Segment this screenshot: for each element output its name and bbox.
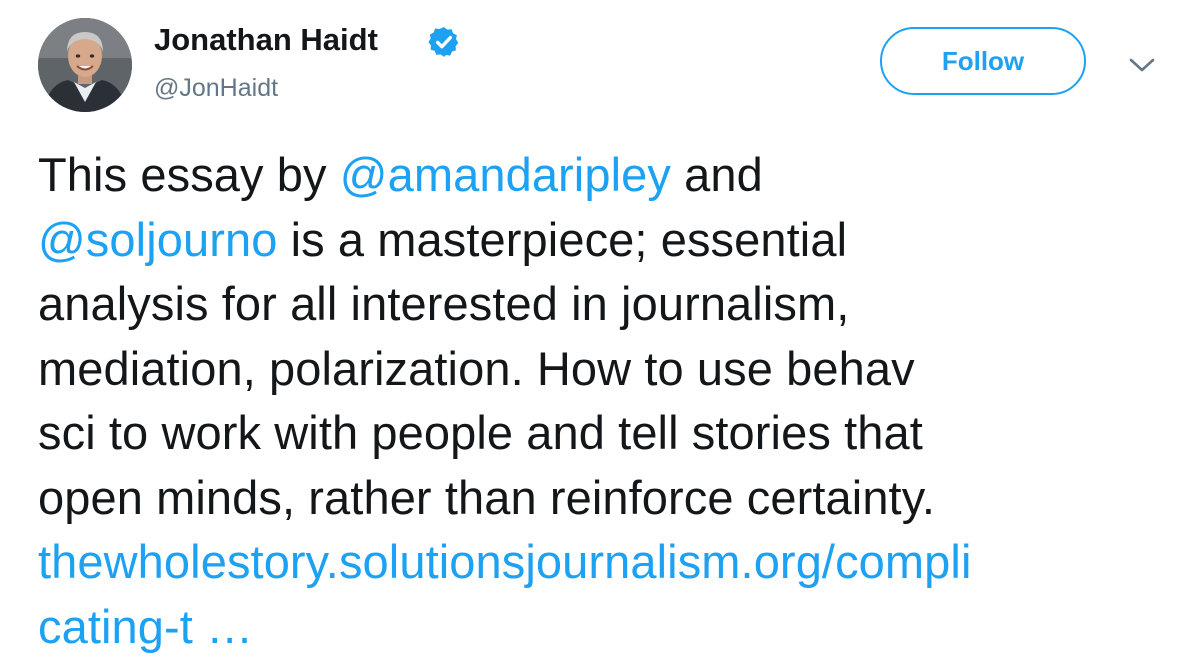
tweet-line: open minds, rather than reinforce certai… (38, 470, 935, 524)
avatar-image (38, 18, 132, 112)
tweet-line: sci to work with people and tell stories… (38, 406, 923, 459)
tweet-line: thewholestory.solutionsjournalism.org/co… (38, 530, 1158, 595)
tweet-text-segment: This essay by (38, 148, 340, 201)
mention-link-amandaripley[interactable]: @amandaripley (340, 148, 671, 201)
chevron-down-icon[interactable] (1128, 55, 1156, 75)
tweet-text-segment: is a masterpiece; essential (277, 212, 848, 266)
tweet-card: Jonathan Haidt @JonHaidt Follow This ess… (0, 0, 1188, 660)
tweet-line: analysis for all interested in journalis… (38, 277, 850, 330)
article-link[interactable]: thewholestory.solutionsjournalism.org/co… (38, 535, 972, 588)
article-link-continued[interactable]: cating-t … (38, 600, 253, 653)
verified-badge-icon (428, 27, 459, 57)
tweet-line: mediation, polarization. How to use beha… (38, 341, 915, 395)
tweet-text: This essay by @amandaripley and @soljour… (38, 143, 1158, 659)
author-avatar[interactable] (38, 18, 132, 112)
author-handle[interactable]: @JonHaidt (154, 72, 278, 104)
follow-button[interactable]: Follow (880, 27, 1086, 95)
tweet-line: This essay by @amandaripley and (38, 143, 1158, 208)
tweet-line: cating-t … (38, 595, 1158, 660)
mention-link-soljourno[interactable]: @soljourno (38, 213, 277, 266)
tweet-text-segment: and (670, 148, 763, 201)
author-name[interactable]: Jonathan Haidt (154, 20, 378, 60)
tweet-line: @soljourno is a masterpiece; essential (38, 208, 1158, 273)
